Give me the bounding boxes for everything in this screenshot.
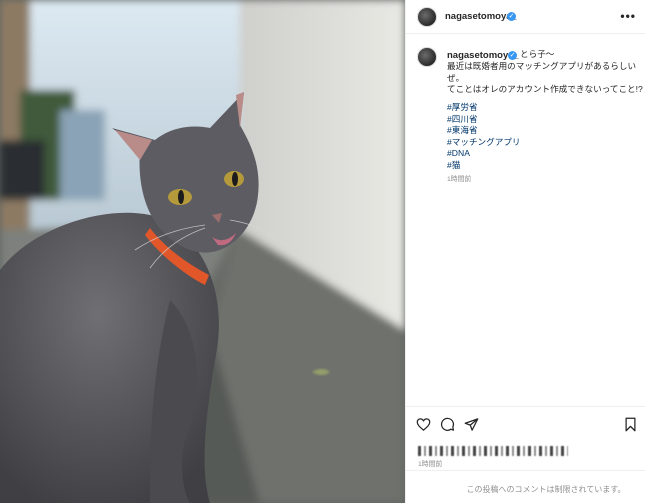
- hashtag-link[interactable]: #猫: [447, 160, 521, 172]
- caption-line: てことはオレのアカウント作成できないってこと!?: [447, 84, 643, 94]
- cat-photo-image: [0, 0, 405, 503]
- post-header: nagasetomoya_ ✓ •••: [406, 0, 645, 34]
- caption-body: 最近は既婚者用のマッチングアプリがあるらしい ぜ。 てことはオレのアカウント作成…: [447, 61, 643, 96]
- post-timestamp: 1時間前: [418, 461, 443, 468]
- heart-icon[interactable]: [416, 417, 431, 432]
- hashtag-link[interactable]: #マッチングアプリ: [447, 137, 521, 149]
- caption-line: ぜ。: [447, 72, 465, 83]
- caption-timestamp: 1時間前: [447, 176, 472, 183]
- post-photo[interactable]: [0, 0, 405, 503]
- likes-count-blurred: [418, 446, 568, 456]
- comment-icon[interactable]: [440, 417, 455, 432]
- post-sidebar: nagasetomoya_ ✓ ••• nagasetomoya_ ✓ とら子〜…: [405, 0, 645, 503]
- hashtag-link[interactable]: #四川省: [447, 114, 521, 126]
- bookmark-icon[interactable]: [624, 417, 637, 432]
- hashtag-link[interactable]: #厚労省: [447, 102, 521, 114]
- caption-avatar[interactable]: [417, 47, 437, 67]
- comments-bar: この投稿へのコメントは制限されています。: [406, 470, 645, 503]
- hashtag-link[interactable]: #東海省: [447, 125, 521, 137]
- comments-disabled-notice: この投稿へのコメントは制限されています。: [466, 485, 626, 494]
- more-options-icon[interactable]: •••: [620, 9, 636, 23]
- caption-verified-badge-icon: ✓: [508, 51, 517, 60]
- verified-badge-icon: ✓: [507, 12, 516, 21]
- caption-line: 最近は既婚者用のマッチングアプリがあるらしい: [447, 61, 637, 71]
- share-icon[interactable]: [464, 417, 479, 432]
- hashtag-link[interactable]: #DNA: [447, 148, 521, 160]
- hashtag-list: #厚労省 #四川省 #東海省 #マッチングアプリ #DNA #猫: [447, 102, 521, 171]
- avatar[interactable]: [417, 7, 437, 27]
- caption-title: とら子〜: [520, 49, 555, 59]
- action-bar: [406, 406, 645, 444]
